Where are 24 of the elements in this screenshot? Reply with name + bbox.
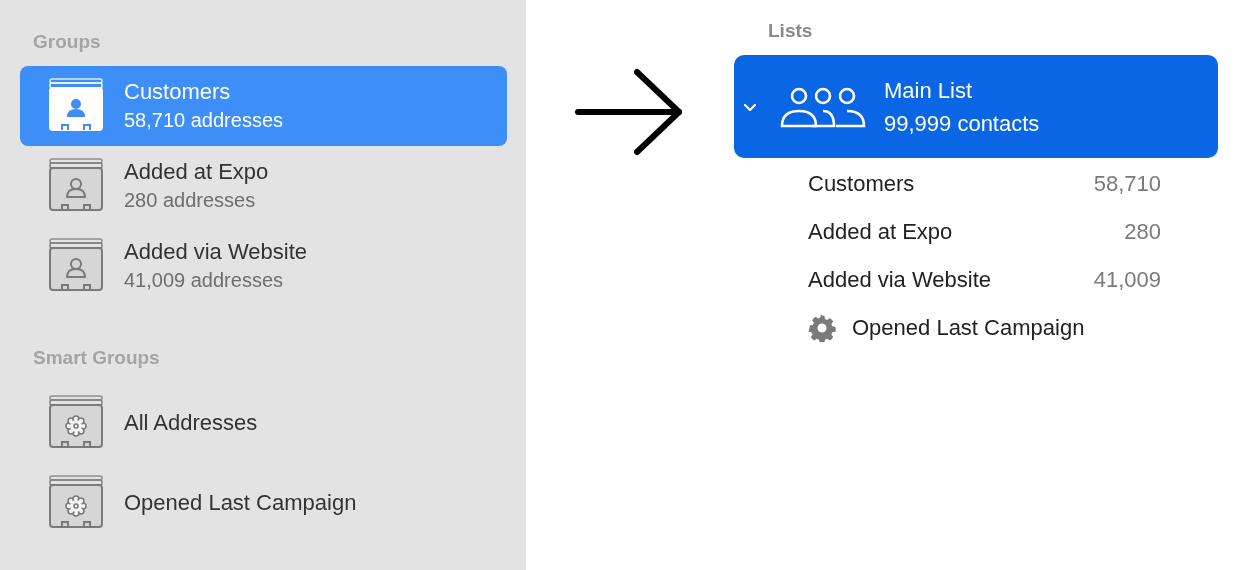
contact-group-icon [48,158,104,214]
item-count: 58,710 [1093,171,1161,197]
list-item[interactable]: Added via Website [808,267,992,293]
item-count: 280 [1124,219,1161,245]
smart-group-icon [48,395,104,451]
sidebar-item[interactable]: All Addresses [20,383,507,463]
section-heading: Groups [33,30,102,54]
sidebar-item[interactable]: Added at Expo 280 addresses [20,146,507,226]
list-header[interactable]: Main List 99,999 contacts [734,55,1218,158]
list-item[interactable]: Added at Expo [808,219,953,245]
sidebar-item[interactable]: Opened Last Campaign [20,463,507,543]
contact-count: 99,999 contacts [884,109,1040,138]
contact-group-icon [48,238,104,294]
smart-group-icon [48,475,104,531]
gear-icon [808,314,836,342]
list-item[interactable]: Customers [808,171,915,197]
item-count: 41,009 [1093,267,1161,293]
people-icon [780,85,866,128]
section-heading: Smart Groups [33,346,161,370]
section-heading: Lists [768,19,814,43]
list-item[interactable]: Opened Last Campaign [852,315,1085,341]
sidebar-item[interactable]: Added via Website 41,009 addresses [20,226,507,306]
contact-group-icon [48,78,104,134]
list-name: Main List [884,76,974,105]
